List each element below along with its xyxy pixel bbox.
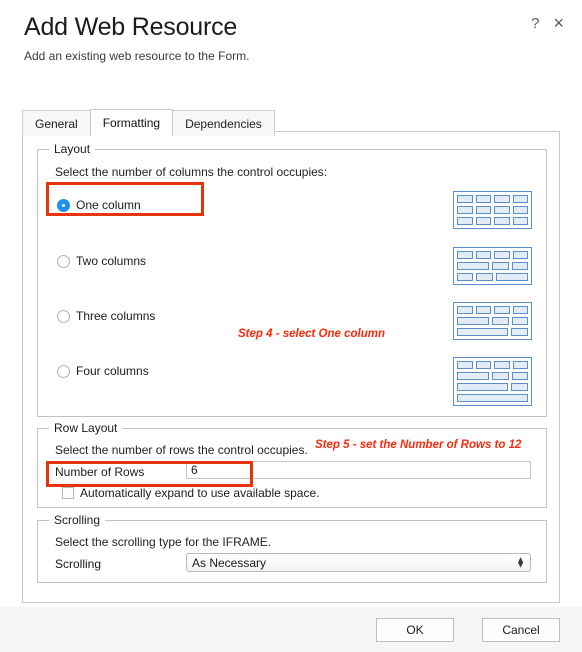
tab-formatting[interactable]: Formatting xyxy=(89,109,174,136)
stepper-arrows-icon[interactable]: ▲ ▼ xyxy=(516,555,525,569)
radio-label: One column xyxy=(76,198,141,212)
scrolling-legend: Scrolling xyxy=(49,513,106,527)
auto-expand-checkbox-row[interactable]: Automatically expand to use available sp… xyxy=(62,486,319,500)
scrolling-selected-value: As Necessary xyxy=(192,555,267,570)
tab-bar: General Formatting Dependencies xyxy=(22,109,275,136)
layout-description: Select the number of columns the control… xyxy=(55,165,328,179)
layout-legend: Layout xyxy=(49,142,96,156)
radio-label: Two columns xyxy=(76,254,147,268)
scrolling-fieldset: Scrolling Select the scrolling type for … xyxy=(37,513,547,583)
row-layout-description: Select the number of rows the control oc… xyxy=(55,443,308,457)
radio-indicator-icon[interactable] xyxy=(57,198,70,212)
preview-two-columns-icon xyxy=(453,247,532,285)
preview-three-columns-icon xyxy=(453,302,532,340)
number-of-rows-input[interactable] xyxy=(186,461,531,479)
layout-fieldset: Layout Select the number of columns the … xyxy=(37,142,547,417)
radio-label: Four columns xyxy=(76,364,149,378)
page-title: Add Web Resource xyxy=(24,13,238,41)
tab-general[interactable]: General xyxy=(22,110,91,136)
tab-dependencies[interactable]: Dependencies xyxy=(172,110,275,136)
preview-one-column-icon xyxy=(453,191,532,229)
row-layout-legend: Row Layout xyxy=(49,421,123,435)
close-icon[interactable]: × xyxy=(553,14,564,32)
cancel-button[interactable]: Cancel xyxy=(482,618,560,642)
radio-indicator-icon[interactable] xyxy=(57,364,70,378)
checkbox-icon[interactable] xyxy=(62,487,74,499)
scrolling-description: Select the scrolling type for the IFRAME… xyxy=(55,535,272,549)
dialog-header: Add Web Resource Add an existing web res… xyxy=(0,0,582,95)
radio-three-columns[interactable]: Three columns xyxy=(57,309,155,323)
radio-indicator-icon[interactable] xyxy=(57,254,70,268)
radio-four-columns[interactable]: Four columns xyxy=(57,364,149,378)
header-icon-group: ? × xyxy=(531,14,564,32)
scrolling-label: Scrolling xyxy=(55,557,102,571)
annotation-step-4: Step 4 - select One column xyxy=(238,328,385,340)
dialog-footer: OK Cancel xyxy=(0,606,582,652)
ok-button[interactable]: OK xyxy=(376,618,454,642)
radio-indicator-icon[interactable] xyxy=(57,309,70,323)
page-subtitle: Add an existing web resource to the Form… xyxy=(24,48,250,63)
radio-label: Three columns xyxy=(76,309,156,323)
preview-four-columns-icon xyxy=(453,357,532,406)
annotation-step-5: Step 5 - set the Number of Rows to 12 xyxy=(315,439,522,451)
radio-two-columns[interactable]: Two columns xyxy=(57,254,146,268)
radio-one-column[interactable]: One column xyxy=(57,198,141,212)
scrolling-select[interactable]: As Necessary ▲ ▼ xyxy=(186,553,531,572)
number-of-rows-label: Number of Rows xyxy=(55,465,145,479)
formatting-panel: Layout Select the number of columns the … xyxy=(22,131,560,603)
help-icon[interactable]: ? xyxy=(531,16,539,31)
auto-expand-label: Automatically expand to use available sp… xyxy=(80,486,320,500)
